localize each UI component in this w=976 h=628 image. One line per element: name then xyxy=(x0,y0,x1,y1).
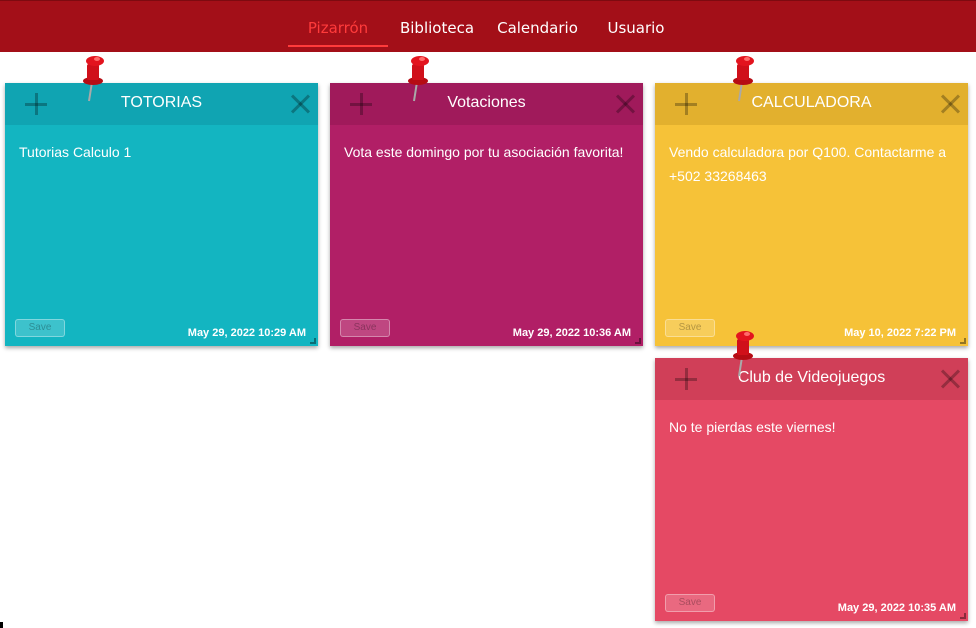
resize-handle-icon[interactable] xyxy=(960,338,966,344)
plus-icon[interactable] xyxy=(25,93,47,115)
close-icon[interactable] xyxy=(290,94,310,114)
sticky-note[interactable]: Club de Videojuegos No te pierdas este v… xyxy=(655,358,968,621)
note-date: May 29, 2022 10:36 AM xyxy=(512,327,631,339)
note-body[interactable]: No te pierdas este viernes! xyxy=(669,415,958,439)
note-body[interactable]: Vendo calculadora por Q100. Contactarme … xyxy=(669,140,958,188)
note-header[interactable]: Club de Videojuegos xyxy=(655,358,968,400)
note-header[interactable]: TOTORIAS xyxy=(5,83,318,125)
note-date: May 10, 2022 7:22 PM xyxy=(844,327,956,339)
nav-active-indicator xyxy=(288,45,388,47)
note-body[interactable]: Vota este domingo por tu asociación favo… xyxy=(344,140,633,164)
sticky-note[interactable]: Votaciones Vota este domingo por tu asoc… xyxy=(330,83,643,346)
resize-handle-icon[interactable] xyxy=(310,338,316,344)
plus-icon[interactable] xyxy=(675,93,697,115)
note-body[interactable]: Tutorias Calculo 1 xyxy=(19,140,308,164)
pushpin-icon xyxy=(733,331,754,377)
sticky-note[interactable]: CALCULADORA Vendo calculadora por Q100. … xyxy=(655,83,968,346)
plus-icon[interactable] xyxy=(675,368,697,390)
note-date: May 29, 2022 10:35 AM xyxy=(837,602,956,614)
pushpin-icon xyxy=(408,56,429,102)
close-icon[interactable] xyxy=(940,94,960,114)
save-button[interactable]: Save xyxy=(665,594,715,612)
close-icon[interactable] xyxy=(615,94,635,114)
page-edge-mark xyxy=(0,622,3,628)
top-navbar: Pizarrón Biblioteca Calendario Usuario xyxy=(0,0,976,52)
note-header[interactable]: CALCULADORA xyxy=(655,83,968,125)
nav-item-usuario[interactable]: Usuario xyxy=(596,1,676,53)
save-button[interactable]: Save xyxy=(15,319,65,337)
save-button[interactable]: Save xyxy=(340,319,390,337)
save-button[interactable]: Save xyxy=(665,319,715,337)
resize-handle-icon[interactable] xyxy=(960,613,966,619)
pushpin-icon xyxy=(83,56,104,102)
pushpin-icon xyxy=(733,56,754,102)
resize-handle-icon[interactable] xyxy=(635,338,641,344)
nav-item-biblioteca[interactable]: Biblioteca xyxy=(392,1,482,53)
nav-item-calendario[interactable]: Calendario xyxy=(490,1,585,53)
close-icon[interactable] xyxy=(940,369,960,389)
note-date: May 29, 2022 10:29 AM xyxy=(187,327,306,339)
note-header[interactable]: Votaciones xyxy=(330,83,643,125)
plus-icon[interactable] xyxy=(350,93,372,115)
sticky-note[interactable]: TOTORIAS Tutorias Calculo 1 Save May 29,… xyxy=(5,83,318,346)
